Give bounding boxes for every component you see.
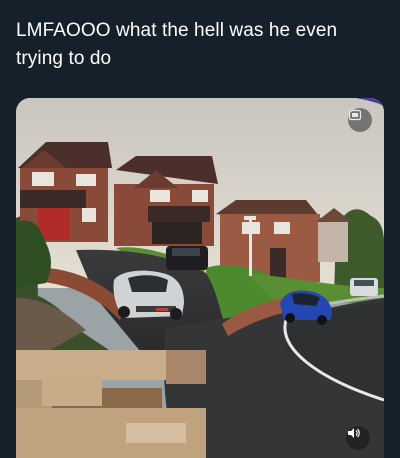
speaker-icon[interactable]	[346, 426, 370, 450]
post-caption: LMFAOOO what the hell was he even trying…	[16, 20, 338, 69]
post: LMFAOOO what the hell was he even trying…	[0, 0, 400, 458]
speaker-glyph	[348, 428, 360, 438]
porsche-taycan-car	[113, 270, 184, 320]
streetlight	[244, 216, 256, 220]
streetlight	[249, 218, 252, 276]
dark-car	[166, 246, 208, 270]
video-player[interactable]	[16, 98, 384, 458]
house	[114, 156, 218, 246]
gif-glyph	[348, 109, 362, 121]
gif-icon[interactable]	[348, 108, 372, 132]
white-car	[350, 278, 378, 296]
video-frame	[16, 98, 384, 458]
